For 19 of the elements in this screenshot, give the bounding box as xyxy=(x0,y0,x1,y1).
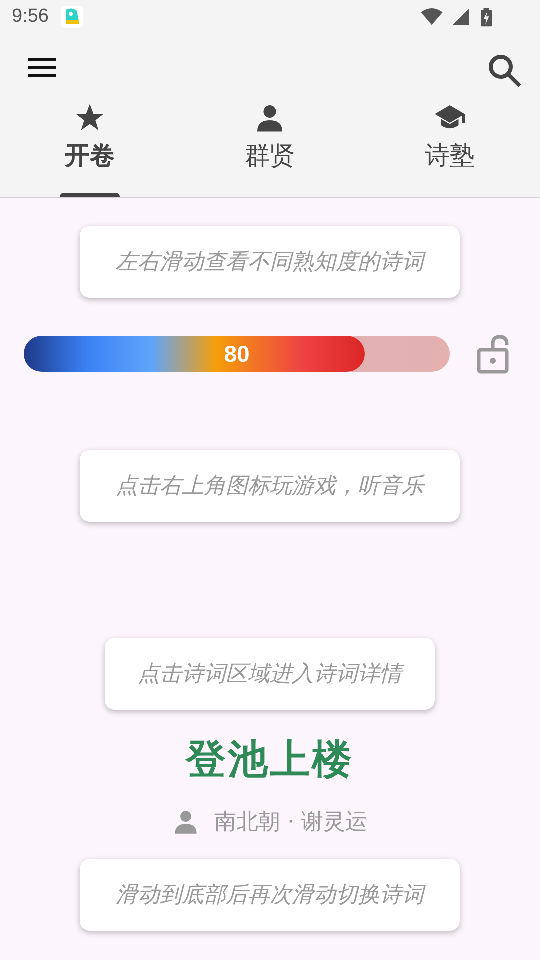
tab[interactable]: 诗塾 xyxy=(360,100,540,197)
unlocked-lock-icon[interactable] xyxy=(476,334,510,374)
star-icon xyxy=(75,103,105,133)
status-time: 9:56 xyxy=(12,6,49,28)
slider-value: 80 xyxy=(224,340,250,368)
poem-title[interactable]: 登池上楼 xyxy=(186,732,354,787)
wifi-icon xyxy=(421,8,443,26)
hint-tooltip: 点击诗词区域进入诗词详情 xyxy=(105,638,435,710)
person-icon xyxy=(172,809,198,835)
tab[interactable]: 开卷 xyxy=(0,100,180,197)
tab[interactable]: 群贤 xyxy=(180,100,360,197)
battery-charging-icon xyxy=(481,8,492,26)
hint-tooltip: 滑动到底部后再次滑动切换诗词 xyxy=(80,859,460,931)
hint-tooltip: 左右滑动查看不同熟知度的诗词 xyxy=(80,226,460,298)
menu-icon[interactable] xyxy=(28,56,56,78)
search-icon[interactable] xyxy=(488,54,522,88)
hint-tooltip: 点击右上角图标玩游戏，听音乐 xyxy=(80,450,460,522)
app-notification-icon xyxy=(60,6,83,28)
person-icon xyxy=(255,103,285,133)
